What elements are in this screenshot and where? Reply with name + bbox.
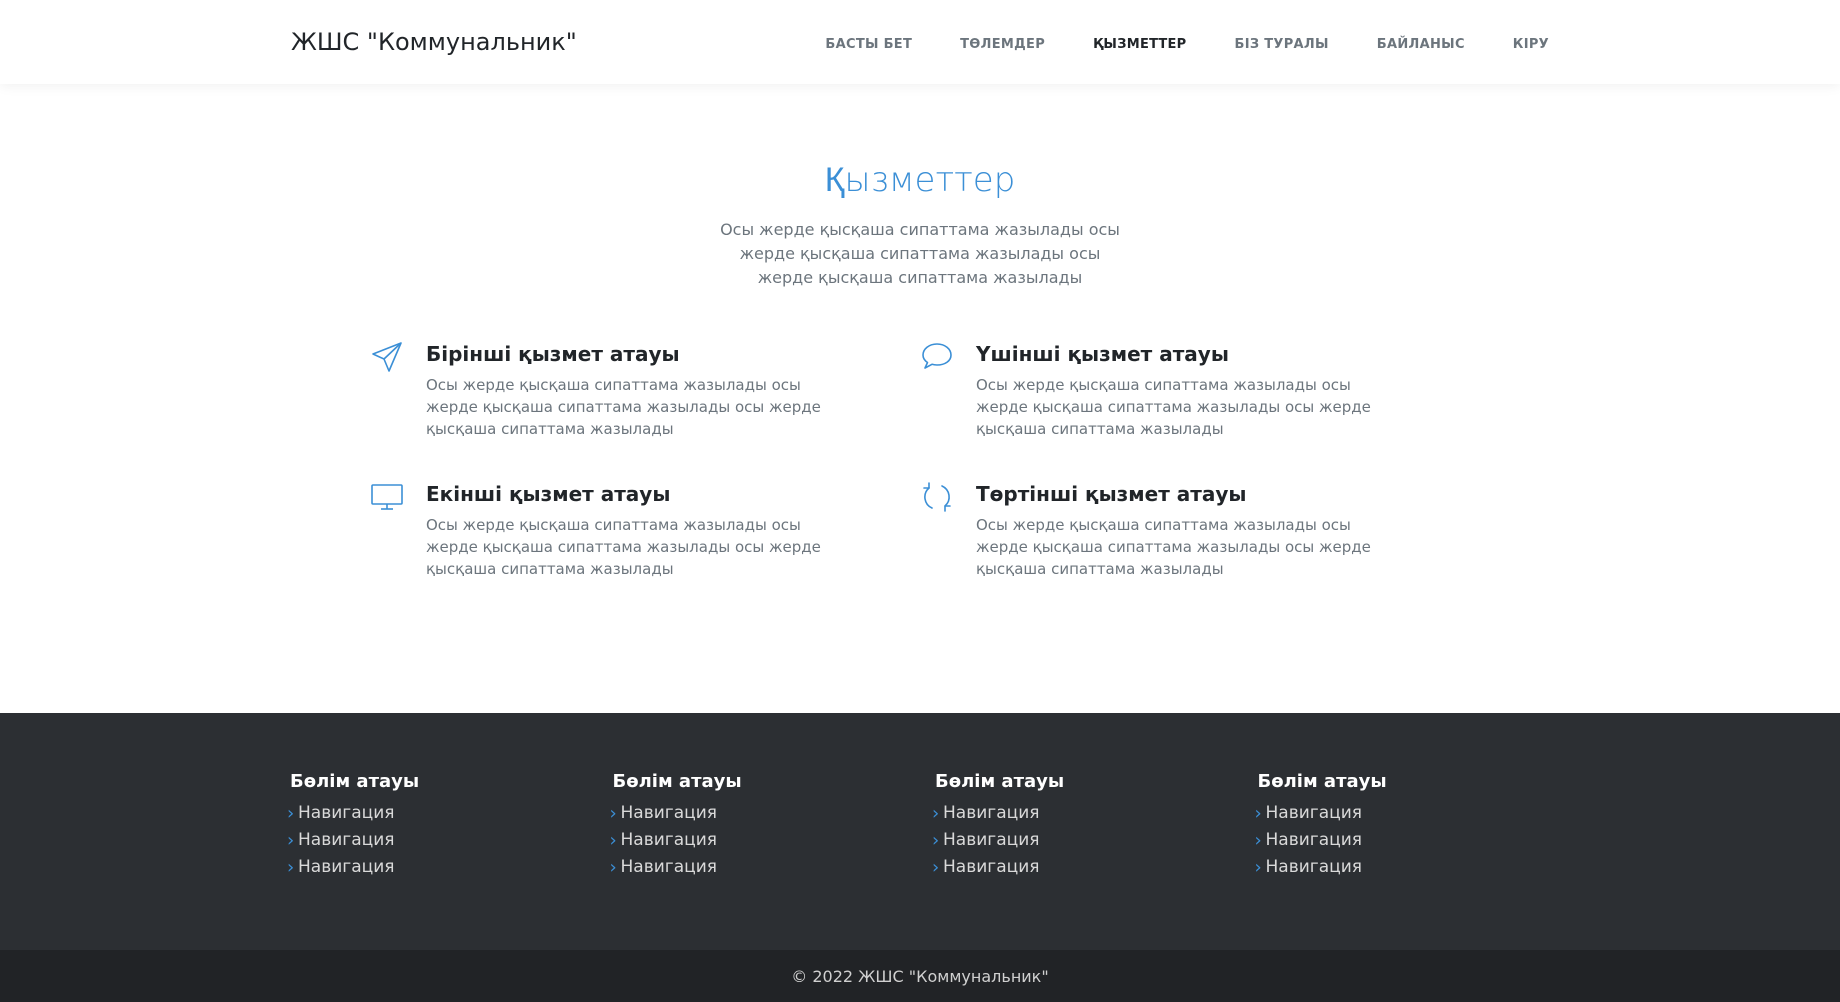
nav-item-login: КІРУ xyxy=(1513,33,1549,52)
footer-link[interactable]: › Навигация xyxy=(287,827,613,854)
footer-link[interactable]: › Навигация xyxy=(287,800,613,827)
footer-columns: Бөлім атауы › Навигация › Навигация › Навиг… xyxy=(260,713,1580,881)
nav-link-home[interactable]: БАСТЫ БЕТ xyxy=(825,37,912,52)
chevron-right-icon: › xyxy=(1254,857,1262,878)
footer-link-list: › Навигация › Навигация › Навигация xyxy=(1254,800,1581,881)
footer-link-label: Навигация xyxy=(620,857,717,877)
monitor-icon xyxy=(370,478,426,580)
chevron-right-icon: › xyxy=(1254,803,1262,824)
footer-link[interactable]: › Навигация xyxy=(1254,854,1581,881)
footer-link-label: Навигация xyxy=(1265,857,1362,877)
chevron-right-icon: › xyxy=(287,830,295,851)
nav-link-payments[interactable]: ТӨЛЕМДЕР xyxy=(960,37,1045,52)
footer-column-title: Бөлім атауы xyxy=(935,771,1065,792)
site-footer: Бөлім атауы › Навигация › Навигация › Навиг… xyxy=(0,713,1840,950)
footer-link-label: Навигация xyxy=(298,857,395,877)
footer-column: Бөлім атауы › Навигация › Навигация › Навиг… xyxy=(609,771,936,881)
footer-link-label: Навигация xyxy=(298,830,395,850)
footer-link[interactable]: › Навигация xyxy=(609,800,936,827)
chevron-right-icon: › xyxy=(287,803,295,824)
service-body: Екінші қызмет атауы Осы жерде қысқаша си… xyxy=(426,478,846,580)
copyright-text: © 2022 ЖШС "Коммунальник" xyxy=(791,966,1049,986)
main-nav: БАСТЫ БЕТ ТӨЛЕМДЕР ҚЫЗМЕТТЕР БІЗ ТУРАЛЫ … xyxy=(825,33,1549,52)
footer-link-list: › Навигация › Навигация › Навигация xyxy=(287,800,613,881)
chevron-right-icon: › xyxy=(932,830,940,851)
nav-item-payments: ТӨЛЕМДЕР xyxy=(960,33,1045,52)
footer-link-list: › Навигация › Навигация › Навигация xyxy=(609,800,936,881)
footer-link[interactable]: › Навигация xyxy=(609,854,936,881)
service-title: Үшінші қызмет атауы xyxy=(976,342,1229,366)
nav-link-login[interactable]: КІРУ xyxy=(1513,37,1549,52)
site-header: ЖШС "Коммунальник" БАСТЫ БЕТ ТӨЛЕМДЕР ҚЫ… xyxy=(0,0,1840,84)
service-title: Төртінші қызмет атауы xyxy=(976,482,1247,506)
footer-link-label: Навигация xyxy=(1265,830,1362,850)
footer-link-label: Навигация xyxy=(1265,803,1362,823)
footer-column: Бөлім атауы › Навигация › Навигация › Навиг… xyxy=(1254,771,1581,881)
chevron-right-icon: › xyxy=(932,857,940,878)
footer-link[interactable]: › Навигация xyxy=(1254,800,1581,827)
chevron-right-icon: › xyxy=(287,857,295,878)
chevron-right-icon: › xyxy=(1254,830,1262,851)
footer-link[interactable]: › Навигация xyxy=(932,827,1258,854)
footer-link-label: Навигация xyxy=(943,830,1040,850)
service-grid: Бірінші қызмет атауы Осы жерде қысқаша с… xyxy=(370,338,1470,580)
section-title: Қызметтер xyxy=(824,160,1016,200)
footer-link-label: Навигация xyxy=(298,803,395,823)
footer-link-label: Навигация xyxy=(943,803,1040,823)
footer-link[interactable]: › Навигация xyxy=(1254,827,1581,854)
paper-plane-icon xyxy=(370,338,426,440)
footer-link[interactable]: › Навигация xyxy=(609,827,936,854)
footer-link-label: Навигация xyxy=(620,830,717,850)
chevron-right-icon: › xyxy=(609,857,617,878)
service-text: Осы жерде қысқаша сипаттама жазылады осы… xyxy=(976,516,1371,578)
nav-link-contact[interactable]: БАЙЛАНЫС xyxy=(1377,37,1465,52)
footer-column: Бөлім атауы › Навигация › Навигация › Навиг… xyxy=(932,771,1258,881)
service-body: Бірінші қызмет атауы Осы жерде қысқаша с… xyxy=(426,338,846,440)
service-title: Екінші қызмет атауы xyxy=(426,482,671,506)
service-text: Осы жерде қысқаша сипаттама жазылады осы… xyxy=(426,516,821,578)
service-item: Бірінші қызмет атауы Осы жерде қысқаша с… xyxy=(370,338,920,440)
service-body: Үшінші қызмет атауы Осы жерде қысқаша си… xyxy=(976,338,1396,440)
footer-column-title: Бөлім атауы xyxy=(290,771,420,792)
footer-link-label: Навигация xyxy=(620,803,717,823)
nav-item-services: ҚЫЗМЕТТЕР xyxy=(1093,33,1186,52)
chat-bubble-icon xyxy=(920,338,976,440)
footer-column-title: Бөлім атауы xyxy=(612,771,742,792)
service-item: Екінші қызмет атауы Осы жерде қысқаша си… xyxy=(370,478,920,580)
header-container: ЖШС "Коммунальник" БАСТЫ БЕТ ТӨЛЕМДЕР ҚЫ… xyxy=(291,0,1549,84)
service-title: Бірінші қызмет атауы xyxy=(426,342,680,366)
services-section: Қызметтер Осы жерде қысқаша сипаттама жа… xyxy=(0,84,1840,713)
section-description: Осы жерде қысқаша сипаттама жазылады осы… xyxy=(720,220,1120,287)
footer-link-list: › Навигация › Навигация › Навигация xyxy=(932,800,1258,881)
chevron-right-icon: › xyxy=(609,830,617,851)
refresh-icon xyxy=(920,478,976,580)
chevron-right-icon: › xyxy=(932,803,940,824)
brand-logo-link[interactable]: ЖШС "Коммунальник" xyxy=(291,28,577,56)
footer-column: Бөлім атауы › Навигация › Навигация › Навиг… xyxy=(287,771,613,881)
nav-link-services[interactable]: ҚЫЗМЕТТЕР xyxy=(1093,37,1186,52)
footer-column-title: Бөлім атауы xyxy=(1257,771,1387,792)
service-item: Төртінші қызмет атауы Осы жерде қысқаша … xyxy=(920,478,1470,580)
nav-item-home: БАСТЫ БЕТ xyxy=(825,33,912,52)
nav-item-contact: БАЙЛАНЫС xyxy=(1377,33,1465,52)
chevron-right-icon: › xyxy=(609,803,617,824)
footer-link[interactable]: › Навигация xyxy=(932,800,1258,827)
nav-item-about: БІЗ ТУРАЛЫ xyxy=(1235,33,1329,52)
service-body: Төртінші қызмет атауы Осы жерде қысқаша … xyxy=(976,478,1396,580)
footer-link[interactable]: › Навигация xyxy=(287,854,613,881)
footer-link-label: Навигация xyxy=(943,857,1040,877)
service-item: Үшінші қызмет атауы Осы жерде қысқаша си… xyxy=(920,338,1470,440)
copyright-bar: © 2022 ЖШС "Коммунальник" xyxy=(0,950,1840,1002)
service-text: Осы жерде қысқаша сипаттама жазылады осы… xyxy=(426,376,821,438)
nav-link-about[interactable]: БІЗ ТУРАЛЫ xyxy=(1235,37,1329,52)
service-text: Осы жерде қысқаша сипаттама жазылады осы… xyxy=(976,376,1371,438)
footer-link[interactable]: › Навигация xyxy=(932,854,1258,881)
